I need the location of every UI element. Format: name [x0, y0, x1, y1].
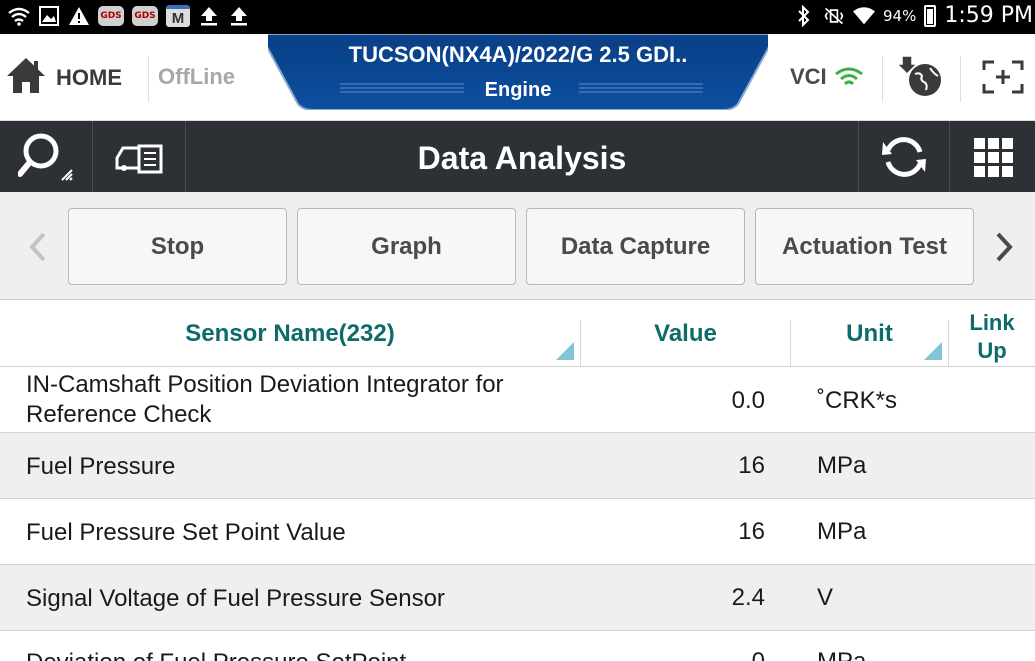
- home-icon: [6, 56, 46, 99]
- app-header: HOME OffLine TUCSON(NX4A)/2022/G 2.5 GDI…: [0, 34, 1035, 121]
- sensor-name-line2: Reference Check: [26, 401, 212, 428]
- sensor-value: 16: [738, 518, 765, 545]
- gds-app-icon: GDS: [98, 6, 124, 26]
- table-header: Sensor Name(232) Value Unit Link Up: [0, 300, 1035, 367]
- chevron-left-icon[interactable]: [28, 232, 48, 267]
- divider: [882, 56, 883, 102]
- divider: [960, 56, 961, 102]
- sensor-unit: V: [817, 584, 834, 611]
- divider: [148, 56, 149, 102]
- bluetooth-icon: [793, 4, 815, 27]
- refresh-icon[interactable]: [859, 121, 949, 192]
- toolbar: Data Analysis: [0, 121, 1035, 192]
- notification-icons: GDS GDS M: [8, 5, 250, 27]
- vci-label: VCI: [790, 64, 827, 89]
- table-row[interactable]: Fuel Pressure Set Point Value 16 MPa: [0, 499, 1035, 565]
- battery-percent: 94%: [883, 6, 917, 25]
- sensor-value: 0.0: [731, 387, 765, 414]
- vehicle-title: TUCSON(NX4A)/2022/G 2.5 GDI..: [348, 42, 688, 67]
- sensor-name: Deviation of Fuel Pressure SetPoint: [26, 648, 406, 661]
- wifi-call-icon: [8, 5, 30, 27]
- sensor-name: IN-Camshaft Position Deviation Integrato…: [26, 370, 504, 430]
- actuation-test-button[interactable]: Actuation Test: [755, 208, 974, 285]
- sensor-value: 0: [752, 648, 765, 661]
- column-header-link-up-line2: Up: [977, 338, 1007, 363]
- download-globe-icon[interactable]: [895, 54, 944, 103]
- sensor-unit: MPa: [817, 648, 866, 661]
- sensor-value: 16: [738, 452, 765, 479]
- table-row[interactable]: IN-Camshaft Position Deviation Integrato…: [0, 367, 1035, 433]
- vehicle-system: Engine: [484, 79, 552, 101]
- graph-button[interactable]: Graph: [297, 208, 516, 285]
- vci-signal-icon: [834, 65, 864, 92]
- fullscreen-icon[interactable]: [982, 60, 1024, 99]
- sensor-unit: ˚CRK*s: [817, 387, 898, 414]
- home-label: HOME: [56, 64, 122, 90]
- system-icons: 94% 1:59 PM: [793, 3, 1033, 28]
- column-header-sensor-name[interactable]: Sensor Name(232): [0, 320, 580, 348]
- action-bar: Stop Graph Data Capture Actuation Test: [0, 192, 1035, 300]
- mute-vibrate-icon: [823, 5, 845, 27]
- table-row[interactable]: Deviation of Fuel Pressure SetPoint 0 MP…: [0, 631, 1035, 661]
- status-bar: GDS GDS M 94% 1:59 PM: [0, 0, 1035, 34]
- connection-status: OffLine: [158, 64, 235, 89]
- battery-icon: [924, 4, 937, 27]
- sort-icon[interactable]: [556, 342, 574, 360]
- page-title: Data Analysis: [417, 140, 627, 176]
- upload-icon: [198, 5, 220, 27]
- gds-app-icon-2: GDS: [132, 6, 158, 26]
- vehicle-report-icon[interactable]: [93, 121, 185, 192]
- clock: 1:59 PM: [944, 3, 1033, 28]
- upload-icon-2: [228, 5, 250, 27]
- column-header-link-up-line1: Link: [969, 310, 1015, 335]
- stop-button[interactable]: Stop: [68, 208, 287, 285]
- sensor-name: Signal Voltage of Fuel Pressure Sensor: [26, 585, 445, 612]
- sensor-name: Fuel Pressure Set Point Value: [26, 519, 346, 546]
- table-row[interactable]: Signal Voltage of Fuel Pressure Sensor 2…: [0, 565, 1035, 631]
- m-app-icon: M: [166, 5, 190, 27]
- data-capture-button[interactable]: Data Capture: [526, 208, 745, 285]
- sensor-name: Fuel Pressure: [26, 453, 176, 480]
- sensor-name-line1: IN-Camshaft Position Deviation Integrato…: [26, 371, 504, 398]
- grid-menu-icon[interactable]: [950, 121, 1035, 192]
- table-row[interactable]: Fuel Pressure 16 MPa: [0, 433, 1035, 499]
- vehicle-info-banner[interactable]: TUCSON(NX4A)/2022/G 2.5 GDI.. Engine: [268, 34, 768, 110]
- warning-icon: [68, 5, 90, 27]
- column-header-value[interactable]: Value: [581, 320, 790, 348]
- wifi-signal-icon: [853, 5, 875, 27]
- sensor-unit: MPa: [817, 452, 867, 479]
- chevron-right-icon[interactable]: [994, 232, 1014, 267]
- sensor-value: 2.4: [731, 584, 765, 611]
- home-button[interactable]: HOME: [6, 56, 122, 99]
- search-icon[interactable]: [0, 121, 92, 192]
- column-header-link-up[interactable]: Link Up: [949, 309, 1035, 365]
- sensor-unit: MPa: [817, 518, 867, 545]
- sort-icon[interactable]: [924, 342, 942, 360]
- image-icon: [38, 5, 60, 27]
